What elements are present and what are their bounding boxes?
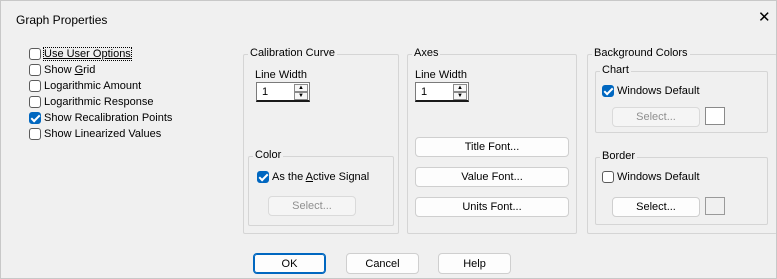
checkbox-box[interactable] <box>29 95 41 108</box>
chart-group-title: Chart <box>600 64 631 76</box>
checkbox-box[interactable] <box>29 127 41 140</box>
axes-line-width-spinner[interactable]: 1 ▲ ▼ <box>415 82 469 102</box>
spin-up-icon[interactable]: ▲ <box>453 84 467 92</box>
logarithmic-response-checkbox[interactable]: Logarithmic Response <box>29 95 153 108</box>
axes-title: Axes <box>412 47 441 59</box>
close-icon[interactable]: ✕ <box>758 10 771 25</box>
line-width-label: Line Width <box>255 69 307 81</box>
value-font-button[interactable]: Value Font... <box>415 167 569 187</box>
checkbox-box[interactable] <box>602 170 614 183</box>
option-label: Use User Options <box>44 47 131 60</box>
spin-down-icon[interactable]: ▼ <box>453 92 467 100</box>
checkbox-box[interactable] <box>29 63 41 76</box>
background-colors-title: Background Colors <box>592 47 690 59</box>
use-user-options-checkbox[interactable]: Use User Options <box>29 46 132 61</box>
show-grid-checkbox[interactable]: Show Grid <box>29 63 95 76</box>
calibration-color-select-button[interactable]: Select... <box>268 196 356 216</box>
checkbox-box[interactable] <box>29 47 41 60</box>
calibration-curve-title: Calibration Curve <box>248 47 337 59</box>
help-button[interactable]: Help <box>438 253 511 274</box>
border-group-title: Border <box>600 150 638 162</box>
calibration-line-width-spinner[interactable]: 1 ▲ ▼ <box>256 82 310 102</box>
checkbox-box[interactable] <box>602 84 614 97</box>
color-group-title: Color <box>253 149 284 161</box>
show-recalibration-points-checkbox[interactable]: Show Recalibration Points <box>29 111 172 124</box>
chart-color-swatch[interactable] <box>705 107 725 125</box>
title-bar: Graph Properties ✕ <box>0 0 777 36</box>
checkbox-box[interactable] <box>29 111 41 124</box>
spin-down-icon[interactable]: ▼ <box>294 92 308 100</box>
window-title: Graph Properties <box>16 13 108 27</box>
border-select-button[interactable]: Select... <box>612 197 700 217</box>
units-font-button[interactable]: Units Font... <box>415 197 569 217</box>
border-color-swatch[interactable] <box>705 197 725 215</box>
ok-button[interactable]: OK <box>253 253 326 274</box>
spin-up-icon[interactable]: ▲ <box>294 84 308 92</box>
checkbox-box[interactable] <box>29 79 41 92</box>
logarithmic-amount-checkbox[interactable]: Logarithmic Amount <box>29 79 141 92</box>
axes-line-width-label: Line Width <box>415 69 467 81</box>
cancel-button[interactable]: Cancel <box>346 253 419 274</box>
title-font-button[interactable]: Title Font... <box>415 137 569 157</box>
chart-windows-default-checkbox[interactable]: Windows Default <box>602 84 700 97</box>
show-linearized-values-checkbox[interactable]: Show Linearized Values <box>29 127 161 140</box>
chart-select-button[interactable]: Select... <box>612 107 700 127</box>
checkbox-box[interactable] <box>257 170 269 183</box>
border-windows-default-checkbox[interactable]: Windows Default <box>602 170 700 183</box>
as-active-signal-checkbox[interactable]: As the Active Signal <box>257 170 369 183</box>
